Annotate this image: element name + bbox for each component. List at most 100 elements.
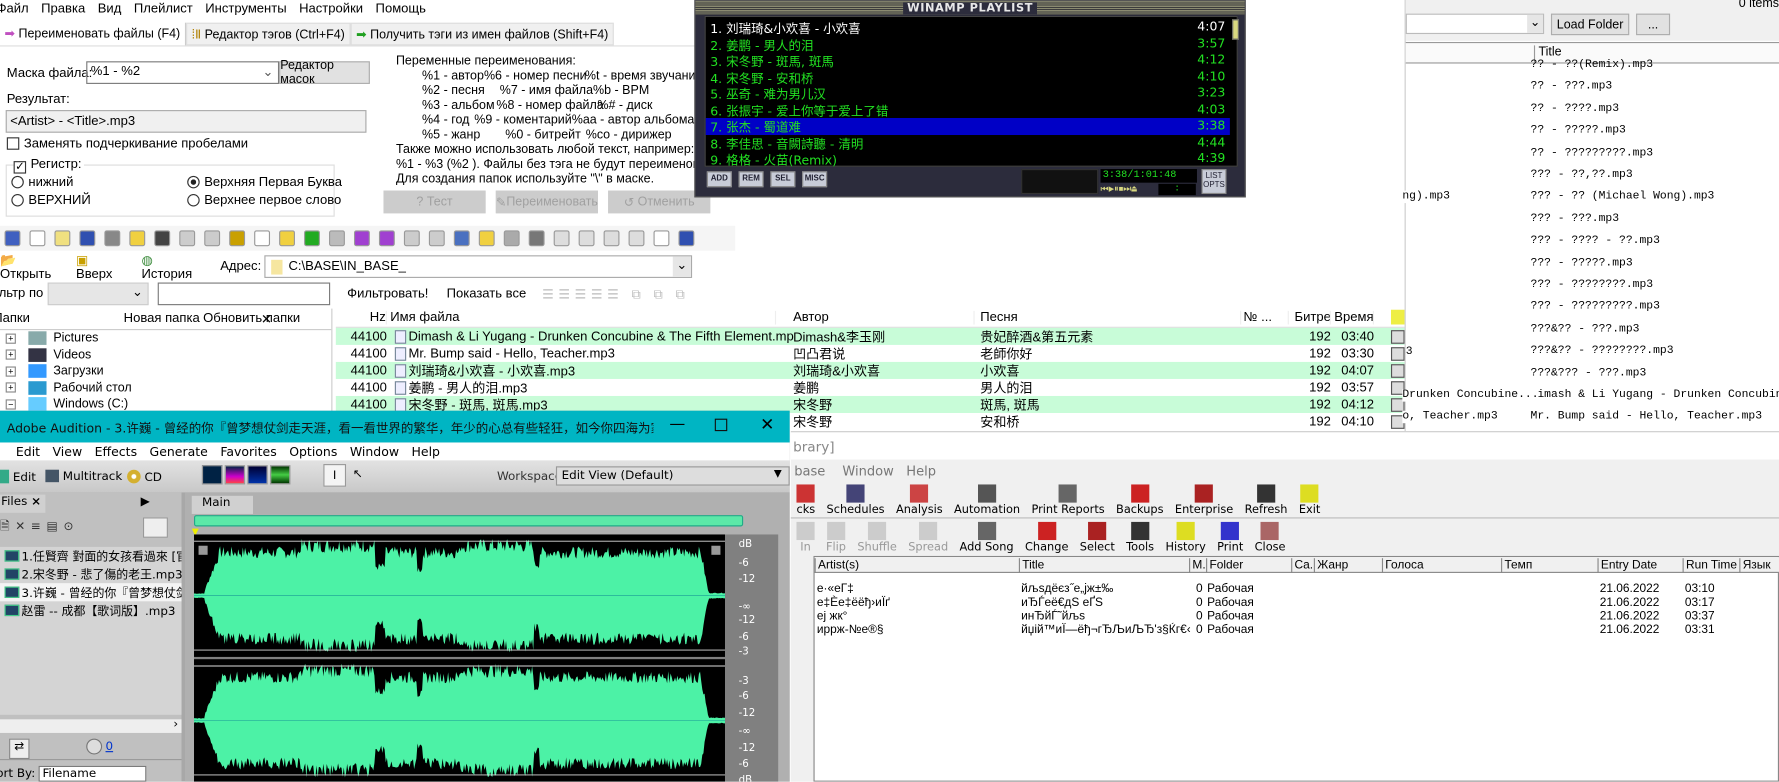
playlist-item[interactable]: 2. 姜鹏 - 男人的泪 3:57: [706, 36, 1230, 53]
toolbar-icon-7[interactable]: [179, 230, 196, 247]
tab-rename-files[interactable]: ➡ Переименовать файлы (F4): [0, 22, 186, 46]
cd-mode-button[interactable]: CD: [127, 469, 162, 484]
menu-file[interactable]: Файл: [0, 2, 29, 16]
menu-edit[interactable]: Правка: [41, 2, 85, 16]
table-row[interactable]: 44100 Mr. Bump said - Hello, Teacher.mp3 凹…: [336, 345, 1405, 362]
toolbar-icon-2[interactable]: [54, 230, 71, 247]
column-header[interactable]: M.: [1189, 558, 1205, 573]
column-header[interactable]: Entry Date: [1597, 558, 1681, 573]
column-header[interactable]: Жанр: [1313, 558, 1381, 573]
toolbar-icon-5[interactable]: [129, 230, 146, 247]
title-item[interactable]: ???&?? - ???.mp3: [1531, 323, 1640, 335]
refresh-folders-button[interactable]: Обновить папки: [203, 312, 300, 326]
playlist-item[interactable]: 9. 格格 - 火苗(Remix) 4:39: [706, 151, 1230, 168]
test-button[interactable]: ? Тест: [383, 190, 486, 214]
tree-item[interactable]: + Загрузки: [0, 363, 331, 379]
title-item[interactable]: ?? - ?????.mp3: [1531, 125, 1626, 137]
column-header[interactable]: Ca.: [1291, 558, 1313, 573]
numbering-icons[interactable]: ☰☰☰☰☰ ⧉ ⧉ ⧉: [542, 285, 689, 302]
table-row[interactable]: 44100 刘瑞琦&小欢喜 - 小欢喜.mp3 刘瑞琦&小欢喜 小欢喜 192 04:07: [335, 361, 1405, 379]
tree-item[interactable]: + Pictures: [0, 330, 331, 346]
chevron-down-icon[interactable]: ⌄: [672, 256, 691, 277]
toolbar-icon-9[interactable]: [229, 230, 246, 247]
playlist-item[interactable]: 1. 刘瑞琦&小欢喜 - 小欢喜 4:07: [706, 19, 1230, 36]
playlist-item[interactable]: 4. 宋冬野 - 安和桥 4:10: [706, 69, 1230, 86]
menu-options[interactable]: Options: [289, 444, 337, 459]
mask-editor-button[interactable]: Редактор масок: [279, 59, 370, 86]
expand-icon[interactable]: −: [5, 399, 16, 410]
expand-icon[interactable]: +: [5, 349, 16, 360]
title-item[interactable]: ?? - ??(Remix).mp3: [1531, 59, 1654, 71]
title-item[interactable]: ??? - ?? (Michael Wong).mp3: [1531, 191, 1715, 203]
toolbar-button-schedules[interactable]: Schedules: [827, 484, 885, 516]
toolbar-icon-13[interactable]: [329, 230, 345, 247]
preview-toggle[interactable]: [142, 517, 168, 538]
radio-title-case[interactable]: Верхняя Первая Буква: [187, 175, 342, 189]
expand-icon[interactable]: +: [5, 333, 16, 344]
open-button[interactable]: 📂Открыть: [0, 252, 67, 281]
radio-sentence-case[interactable]: Верхнее первое слово: [187, 194, 341, 208]
title-item[interactable]: Mr. Bump said - Hello, Teacher.mp3: [1531, 411, 1763, 423]
table-row[interactable]: е·«еГ‡ йљsдёєз˝е„јж±‰ 0 Рабочая 21.06.2022 03…: [815, 582, 1779, 596]
close-button[interactable]: ✕: [760, 414, 774, 434]
title-item[interactable]: ??? - ????????.mp3: [1531, 279, 1654, 291]
column-header[interactable]: Title: [1018, 558, 1187, 573]
title-item[interactable]: Dimash & Li Yugang - Drunken Concubine..…: [1531, 389, 1779, 401]
toolbar-button-automation[interactable]: Automation: [954, 484, 1020, 516]
up-button[interactable]: ▣ Вверх: [76, 252, 128, 281]
menu-effects[interactable]: Effects: [95, 444, 137, 459]
tab-tags-from-filenames[interactable]: ➡ Получить тэги из имен файлов (Shift+F4…: [350, 22, 614, 46]
toolbar-icon-12[interactable]: [304, 230, 320, 247]
files-scrollbar[interactable]: ›: [0, 717, 182, 733]
column-header[interactable]: Hz: [336, 310, 387, 325]
loop-button[interactable]: ⇄: [9, 738, 30, 760]
table-row[interactable]: 44100 Dimash & Li Yugang - Drunken Concub…: [335, 327, 1405, 345]
tree-item[interactable]: + Рабочий стол: [0, 380, 331, 396]
toolbar-icon-15[interactable]: [378, 230, 395, 247]
playlist-item[interactable]: 7. 张杰 - 蜀道难 3:38: [705, 117, 1230, 135]
table-row[interactable]: 44100 姜鹏 - 男人的泪.mp3 姜鹏 男人的泪 192 03:57: [336, 379, 1405, 396]
toolbar-button-add-song[interactable]: Add Song: [960, 521, 1014, 553]
title-item[interactable]: ?? - ?????????.mp3: [1531, 147, 1654, 159]
rename-button[interactable]: ✎ Переименовать: [495, 190, 598, 214]
volume-knob[interactable]: [86, 738, 103, 755]
waveform-display[interactable]: dB -6 -12 -∞ -12 -6 -3 -3 -6 -12 -∞ -12 -6 dB: [194, 534, 779, 782]
expand-icon[interactable]: +: [5, 366, 16, 377]
menu-edit[interactable]: Edit: [16, 444, 40, 459]
toolbar-icon-4[interactable]: [104, 230, 121, 247]
multitrack-mode-button[interactable]: Multitrack: [45, 469, 122, 483]
toolbar-icon-16[interactable]: [403, 230, 420, 247]
toolbar-button-exit[interactable]: Exit: [1299, 484, 1320, 516]
toolbar-icon-27[interactable]: [678, 230, 695, 247]
toolbar-icon-10[interactable]: [254, 230, 271, 247]
toolbar-icon-26[interactable]: [653, 230, 670, 247]
menu-database[interactable]: base: [794, 463, 825, 479]
files-tab[interactable]: Files ×: [0, 494, 46, 513]
toolbar-button-change[interactable]: Change: [1025, 521, 1068, 553]
history-button[interactable]: ◍ История: [142, 252, 207, 281]
column-header[interactable]: Битрейт: [1295, 310, 1331, 325]
toolbar-button-refresh[interactable]: Refresh: [1245, 484, 1287, 516]
title-item[interactable]: ?? - ???.mp3: [1531, 81, 1613, 93]
menu-generate[interactable]: Generate: [150, 444, 208, 459]
column-header[interactable]: Песня: [980, 310, 1242, 325]
toolbar-icon-22[interactable]: [553, 230, 570, 247]
playlist-item[interactable]: 3. 宋冬野 - 斑馬, 斑馬 4:12: [706, 52, 1230, 69]
title-item[interactable]: ?? - ????.mp3: [1531, 103, 1620, 115]
main-tab[interactable]: Main: [191, 495, 254, 514]
toolbar-icon-6[interactable]: [154, 230, 171, 247]
table-row[interactable]: е‡Ѐе‡ёёђ›иЇґ иЂЃеё€дЅ еҐЅ 0 Рабочая 21.06.20…: [815, 596, 1779, 610]
new-folder-button[interactable]: Новая папка: [124, 312, 200, 326]
toolbar-button-analysis[interactable]: Analysis: [896, 484, 943, 516]
menu-help[interactable]: Help: [412, 444, 440, 459]
winamp-transport[interactable]: ⏮▶⏸⏹⏭⏏: [1101, 184, 1137, 195]
toolbar-icon-20[interactable]: [503, 230, 520, 247]
title-item[interactable]: ??? - ?????????.mp3: [1531, 301, 1660, 313]
toolbar-icon-19[interactable]: [478, 230, 495, 247]
menu-window[interactable]: Window: [350, 444, 399, 459]
toolbar-button-history[interactable]: History: [1165, 521, 1206, 553]
playlist-item[interactable]: 8. 李佳思 - 音闕詩聽 - 清明 4:44: [706, 134, 1230, 151]
menu-settings[interactable]: Настройки: [299, 2, 363, 16]
toolbar-icon-3[interactable]: [79, 230, 96, 247]
table-row[interactable]: ej жк° инЂйЃ˜йљs 0 Рабочая 21.06.2022 03:37: [815, 609, 1779, 623]
